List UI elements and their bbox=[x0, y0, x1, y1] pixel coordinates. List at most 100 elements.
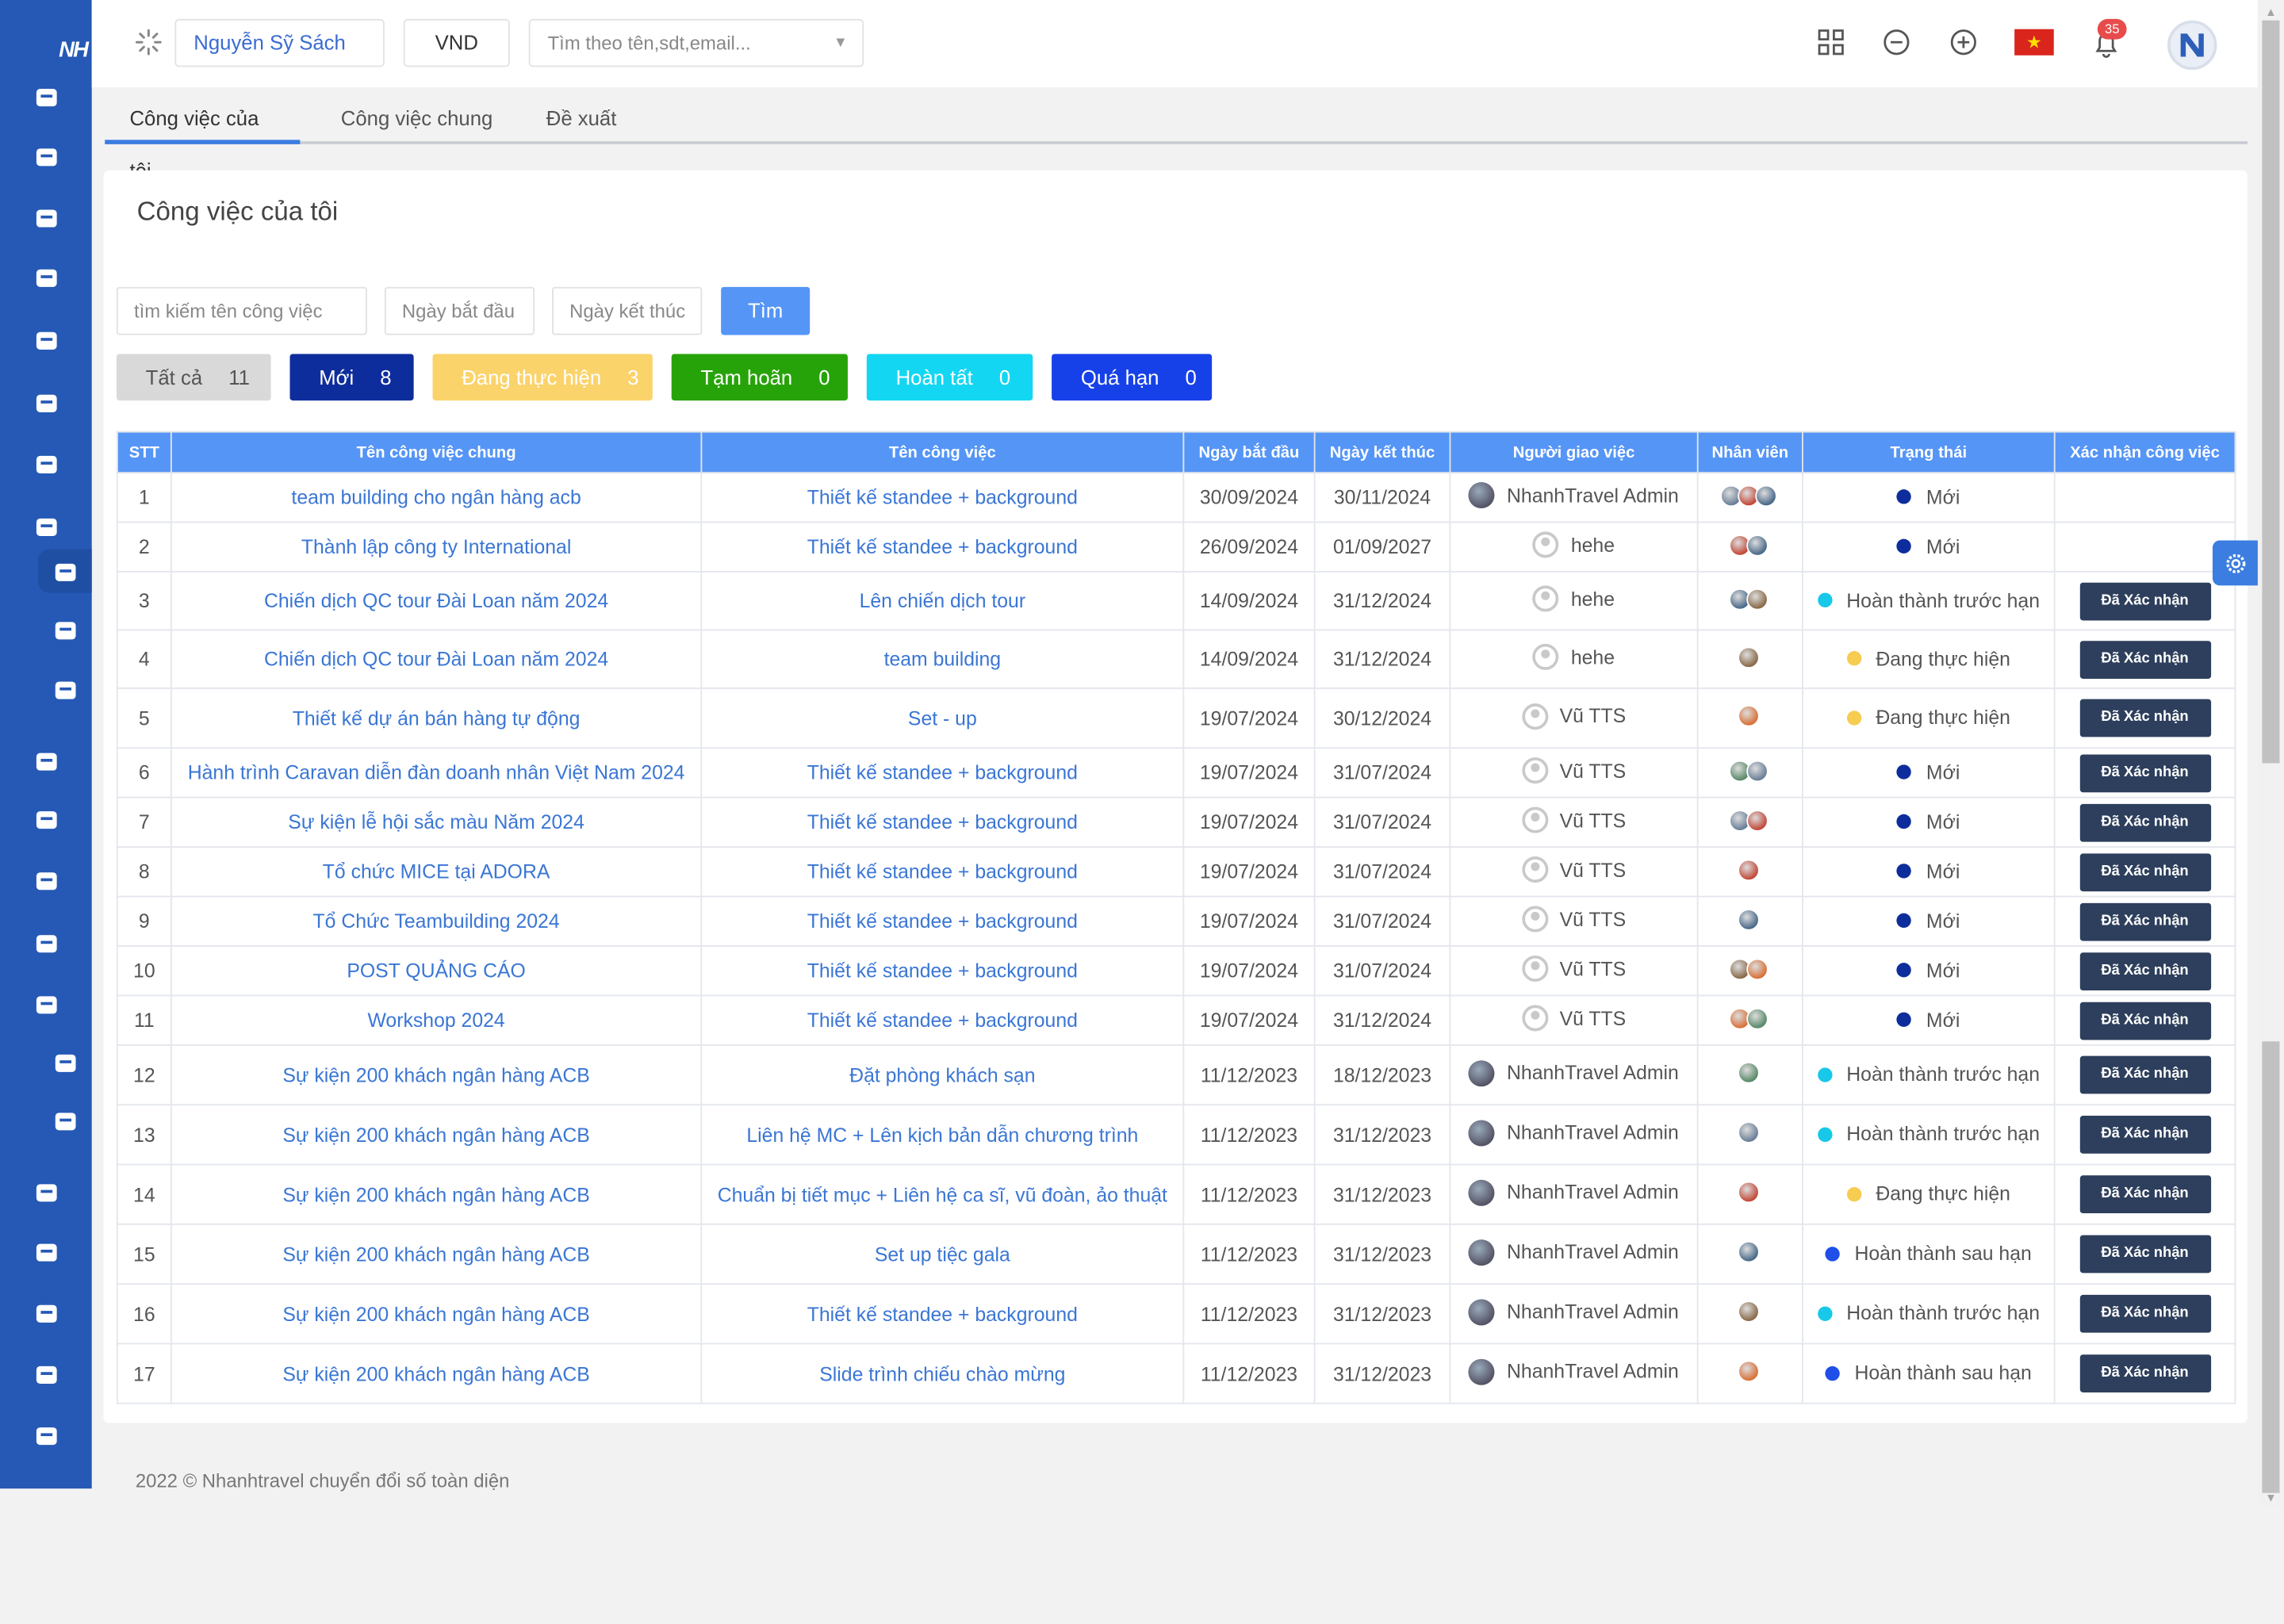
staff-avatar[interactable] bbox=[1737, 705, 1759, 727]
cell-task-link[interactable]: team building bbox=[700, 629, 1185, 689]
cell-task-link[interactable]: Lên chiến dịch tour bbox=[700, 571, 1185, 631]
user-selector[interactable]: Nguyễn Sỹ Sách bbox=[174, 18, 385, 67]
cell-task-link[interactable]: Thiết kế standee + background bbox=[700, 945, 1185, 997]
sidebar-building-icon[interactable] bbox=[29, 447, 64, 482]
cell-general-task-link[interactable]: Sự kiện lễ hội sắc màu Năm 2024 bbox=[170, 796, 703, 848]
confirmed-button[interactable]: Đã Xác nhận bbox=[2079, 581, 2211, 620]
currency-selector[interactable]: VND bbox=[403, 18, 510, 67]
tab-general-tasks[interactable]: Công việc chung bbox=[316, 92, 518, 144]
table-row[interactable]: 16 Sự kiện 200 khách ngân hàng ACB Thiết k… bbox=[116, 1283, 2236, 1345]
staff-avatar[interactable] bbox=[1746, 809, 1768, 831]
cell-general-task-link[interactable]: Sự kiện 200 khách ngân hàng ACB bbox=[170, 1104, 703, 1166]
user-avatar[interactable] bbox=[2167, 20, 2217, 71]
cell-general-task-link[interactable]: Hành trình Caravan diễn đàn doanh nhân V… bbox=[170, 747, 703, 799]
table-row[interactable]: 9 Tổ Chức Teambuilding 2024 Thiết kế stand… bbox=[116, 895, 2236, 947]
cell-task-link[interactable]: Set - up bbox=[700, 687, 1185, 749]
sidebar-invoice-icon[interactable] bbox=[29, 987, 64, 1022]
confirmed-button[interactable]: Đã Xác nhận bbox=[2079, 952, 2211, 990]
cell-task-link[interactable]: Thiết kế standee + background bbox=[700, 472, 1185, 523]
table-row[interactable]: 6 Hành trình Caravan diễn đàn doanh nhân … bbox=[116, 747, 2236, 799]
filter-in-progress[interactable]: Đang thực hiện 3 bbox=[432, 354, 653, 401]
confirmed-button[interactable]: Đã Xác nhận bbox=[2079, 1294, 2211, 1333]
confirmed-button[interactable]: Đã Xác nhận bbox=[2079, 640, 2211, 679]
task-name-search-input[interactable]: tìm kiếm tên công việc bbox=[116, 286, 367, 335]
sidebar-car-icon[interactable] bbox=[29, 201, 64, 236]
sidebar-store-icon[interactable] bbox=[29, 386, 64, 421]
sidebar-route-icon[interactable] bbox=[29, 864, 64, 898]
sidebar-flag-icon[interactable] bbox=[29, 80, 64, 115]
sidebar-id-card-icon[interactable] bbox=[29, 261, 64, 296]
staff-avatar[interactable] bbox=[1746, 588, 1768, 610]
cell-task-link[interactable]: Liên hệ MC + Lên kịch bản dẫn chương trì… bbox=[700, 1104, 1185, 1166]
cell-general-task-link[interactable]: Sự kiện 200 khách ngân hàng ACB bbox=[170, 1223, 703, 1285]
confirmed-button[interactable]: Đã Xác nhận bbox=[2079, 1354, 2211, 1392]
start-date-input[interactable]: Ngày bắt đầu bbox=[384, 286, 535, 335]
staff-avatar[interactable] bbox=[1737, 1360, 1759, 1383]
confirmed-button[interactable]: Đã Xác nhận bbox=[2079, 1001, 2211, 1040]
cell-general-task-link[interactable]: Thành lập công ty International bbox=[170, 521, 703, 573]
cell-general-task-link[interactable]: Sự kiện 200 khách ngân hàng ACB bbox=[170, 1044, 703, 1106]
staff-avatar[interactable] bbox=[1737, 1062, 1759, 1084]
cell-task-link[interactable]: Thiết kế standee + background bbox=[700, 747, 1185, 799]
confirmed-button[interactable]: Đã Xác nhận bbox=[2079, 852, 2211, 891]
cell-task-link[interactable]: Đặt phòng khách sạn bbox=[700, 1044, 1185, 1106]
sidebar-sub-item-icon[interactable] bbox=[48, 1046, 83, 1081]
cell-task-link[interactable]: Thiết kế standee + background bbox=[700, 895, 1185, 947]
sidebar-calendar-icon[interactable] bbox=[29, 1358, 64, 1392]
sidebar-user-icon[interactable] bbox=[48, 555, 83, 590]
find-button[interactable]: Tìm bbox=[721, 286, 811, 335]
table-row[interactable]: 4 Chiến dịch QC tour Đài Loan năm 2024 tea… bbox=[116, 629, 2236, 689]
zoom-out-icon[interactable] bbox=[1880, 26, 1912, 58]
end-date-input[interactable]: Ngày kết thúc bbox=[552, 286, 703, 335]
cell-task-link[interactable]: Chuẩn bị tiết mục + Liên hệ ca sĩ, vũ đo… bbox=[700, 1163, 1185, 1225]
zoom-in-icon[interactable] bbox=[1948, 26, 1979, 58]
filter-completed[interactable]: Hoàn tất 0 bbox=[866, 354, 1033, 401]
table-row[interactable]: 1 team building cho ngân hàng acb Thiết kế… bbox=[116, 472, 2236, 523]
table-row[interactable]: 10 POST QUẢNG CÁO Thiết kế standee + backg… bbox=[116, 945, 2236, 997]
confirmed-button[interactable]: Đã Xác nhận bbox=[2079, 902, 2211, 940]
confirmed-button[interactable]: Đã Xác nhận bbox=[2079, 1055, 2211, 1094]
confirmed-button[interactable]: Đã Xác nhận bbox=[2079, 1235, 2211, 1274]
tab-proposals[interactable]: Đề xuất bbox=[522, 92, 642, 144]
confirmed-button[interactable]: Đã Xác nhận bbox=[2079, 699, 2211, 737]
sidebar-sub-item-icon[interactable] bbox=[48, 673, 83, 708]
cell-task-link[interactable]: Slide trình chiếu chào mừng bbox=[700, 1342, 1185, 1404]
cell-general-task-link[interactable]: Sự kiện 200 khách ngân hàng ACB bbox=[170, 1342, 703, 1404]
settings-gear-icon[interactable] bbox=[2212, 540, 2258, 586]
staff-avatar[interactable] bbox=[1737, 908, 1759, 930]
sidebar-city-icon[interactable] bbox=[29, 1235, 64, 1270]
staff-avatar[interactable] bbox=[1737, 858, 1759, 881]
grid-icon[interactable] bbox=[1815, 26, 1847, 58]
cell-task-link[interactable]: Thiết kế standee + background bbox=[700, 521, 1185, 573]
staff-avatar[interactable] bbox=[1746, 957, 1768, 980]
sidebar-task-icon[interactable] bbox=[29, 745, 64, 779]
global-search-select[interactable]: Tìm theo tên,sdt,email... ▼ bbox=[528, 18, 864, 67]
sidebar-sub-item-icon[interactable] bbox=[48, 613, 83, 648]
cell-task-link[interactable]: Set up tiệc gala bbox=[700, 1223, 1185, 1285]
cell-general-task-link[interactable]: Tổ chức MICE tại ADORA bbox=[170, 846, 703, 898]
confirmed-button[interactable]: Đã Xác nhận bbox=[2079, 802, 2211, 841]
scrollbar-thumb[interactable] bbox=[2262, 20, 2280, 764]
table-row[interactable]: 5 Thiết kế dự án bán hàng tự động Set - up… bbox=[116, 687, 2236, 749]
staff-avatar[interactable] bbox=[1737, 1240, 1759, 1263]
staff-avatar[interactable] bbox=[1737, 1121, 1759, 1143]
staff-avatar[interactable] bbox=[1737, 645, 1759, 668]
sidebar-compass-icon[interactable] bbox=[29, 140, 64, 174]
sidebar-task-icon[interactable] bbox=[29, 1175, 64, 1210]
staff-avatar[interactable] bbox=[1737, 1181, 1759, 1204]
confirmed-button[interactable]: Đã Xác nhận bbox=[2079, 753, 2211, 792]
cell-general-task-link[interactable]: POST QUẢNG CÁO bbox=[170, 945, 703, 997]
filter-new[interactable]: Mới 8 bbox=[289, 354, 414, 401]
tab-my-tasks[interactable]: Công việc của tôi bbox=[105, 92, 301, 182]
table-row[interactable]: 14 Sự kiện 200 khách ngân hàng ACB Chuẩn b… bbox=[116, 1163, 2236, 1225]
table-row[interactable]: 3 Chiến dịch QC tour Đài Loan năm 2024 Lên… bbox=[116, 571, 2236, 631]
table-row[interactable]: 8 Tổ chức MICE tại ADORA Thiết kế standee … bbox=[116, 846, 2236, 898]
page-scrollbar[interactable]: ▲ ▼ bbox=[2257, 0, 2284, 1508]
table-row[interactable]: 7 Sự kiện lễ hội sắc màu Năm 2024 Thiết kế… bbox=[116, 796, 2236, 848]
cell-general-task-link[interactable]: Tổ Chức Teambuilding 2024 bbox=[170, 895, 703, 947]
staff-avatar[interactable] bbox=[1746, 759, 1768, 782]
sidebar-sub-item-icon[interactable] bbox=[48, 1104, 83, 1139]
staff-avatar[interactable] bbox=[1746, 534, 1768, 556]
cell-task-link[interactable]: Thiết kế standee + background bbox=[700, 796, 1185, 848]
scrollbar-thumb-secondary[interactable] bbox=[2262, 1041, 2280, 1493]
